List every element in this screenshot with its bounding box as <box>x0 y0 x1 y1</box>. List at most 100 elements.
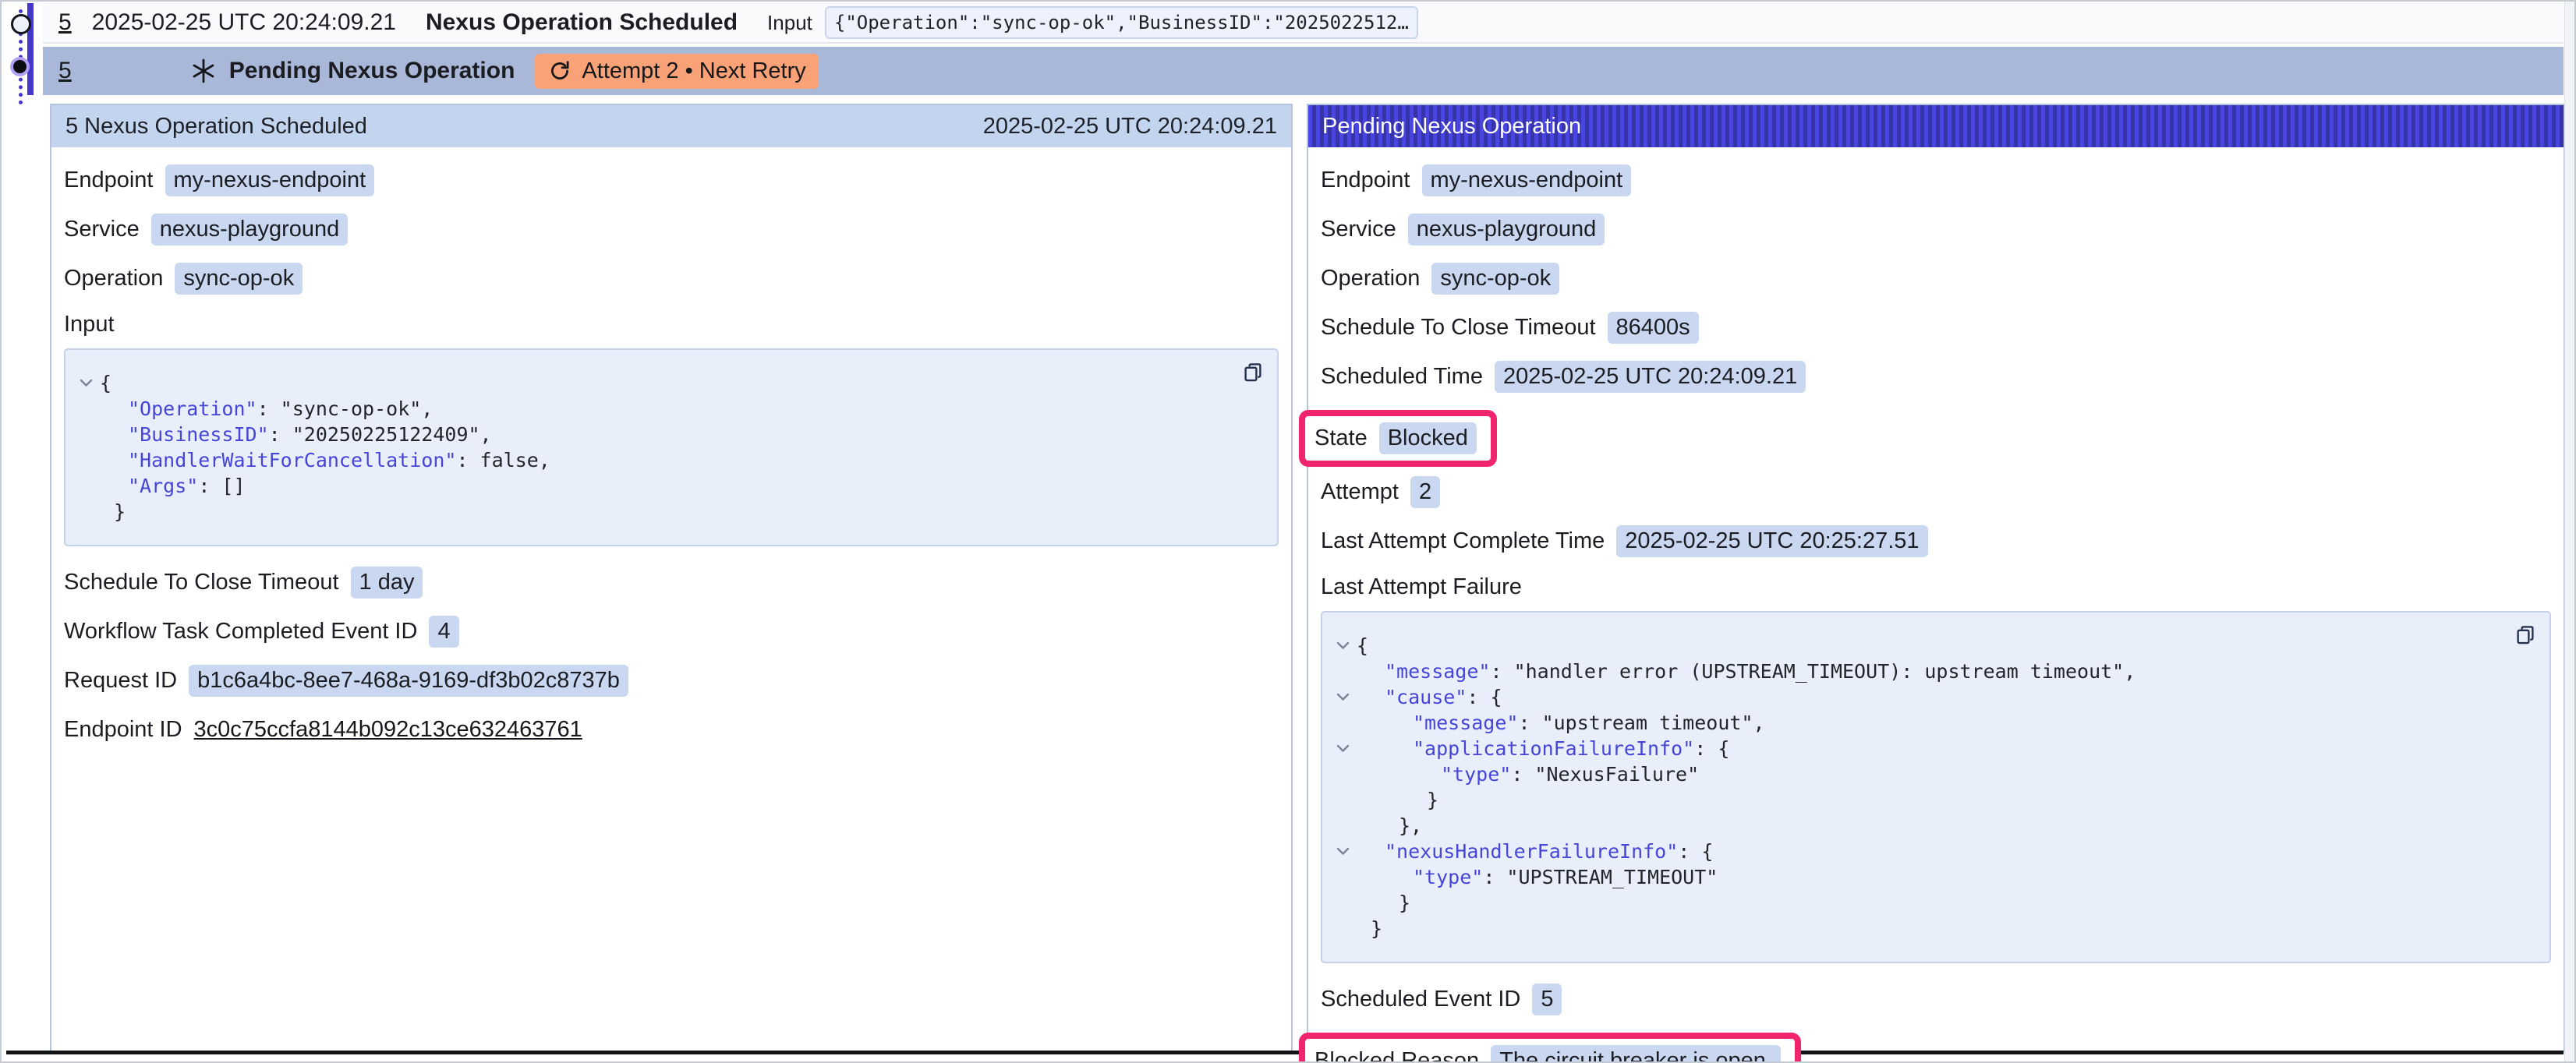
json-gutter <box>1329 916 1357 941</box>
field-value: The circuit breaker is open. <box>1491 1045 1781 1063</box>
chevron-down-icon[interactable] <box>1329 736 1357 761</box>
json-code: "message": "upstream timeout", <box>1357 710 1765 736</box>
field-label: Endpoint ID <box>64 717 182 743</box>
event-detail-header: 5 Nexus Operation Scheduled 2025-02-25 U… <box>51 105 1291 147</box>
json-gutter <box>1329 813 1357 839</box>
json-line: "cause": { <box>1329 684 2534 710</box>
field-value: 86400s <box>1608 312 1699 344</box>
json-line: "message": "handler error (UPSTREAM_TIME… <box>1329 659 2534 684</box>
field-value: b1c6a4bc-8ee7-468a-9169-df3b02c8737b <box>189 665 628 697</box>
field-value: sync-op-ok <box>1431 263 1559 295</box>
json-code: }, <box>1357 813 1422 839</box>
pending-operation-header: Pending Nexus Operation <box>1308 105 2564 147</box>
json-text: : "handler error (UPSTREAM_TIMEOUT): ups… <box>1490 660 2135 683</box>
field-row: Servicenexus-playground <box>1321 214 2551 245</box>
event-marker-filled-icon[interactable] <box>13 60 27 73</box>
field-row: Servicenexus-playground <box>64 214 1279 245</box>
json-code: } <box>1357 787 1438 813</box>
json-code: "HandlerWaitForCancellation": false, <box>100 447 550 473</box>
json-gutter <box>72 447 100 473</box>
json-text: : "UPSTREAM_TIMEOUT" <box>1483 866 1718 888</box>
json-key: "Args" <box>128 475 198 497</box>
json-text: : "sync-op-ok", <box>257 397 433 420</box>
field-label: Service <box>64 217 140 242</box>
retry-status-badge: Attempt 2 • Next Retry <box>535 54 818 89</box>
json-gutter <box>1329 659 1357 684</box>
failure-json-block: {"message": "handler error (UPSTREAM_TIM… <box>1321 611 2551 963</box>
json-line: } <box>1329 916 2534 941</box>
json-key: "type" <box>1413 866 1483 888</box>
event-name: Nexus Operation Scheduled <box>426 9 738 36</box>
field-label: Service <box>1321 217 1396 242</box>
json-text: }, <box>1399 814 1422 837</box>
event-id-link[interactable]: 5 <box>58 9 72 36</box>
json-code: "type": "NexusFailure" <box>1357 761 1699 787</box>
json-code: "BusinessID": "20250225122409", <box>100 422 492 447</box>
json-gutter <box>1329 864 1357 890</box>
event-timestamp: 2025-02-25 UTC 20:24:09.21 <box>92 9 396 36</box>
field-value: 4 <box>429 616 458 648</box>
retry-icon <box>547 58 572 83</box>
json-line: { <box>1329 633 2534 659</box>
chevron-down-icon[interactable] <box>1329 839 1357 864</box>
json-line: "type": "NexusFailure" <box>1329 761 2534 787</box>
field-label: Attempt <box>1321 479 1399 505</box>
chevron-down-icon[interactable] <box>1329 633 1357 659</box>
json-code: "Args": [] <box>100 473 246 499</box>
json-code: { <box>100 370 111 396</box>
pending-operation-panel-title: Pending Nexus Operation <box>1322 114 1581 139</box>
json-text: : { <box>1694 737 1729 760</box>
json-code: "nexusHandlerFailureInfo": { <box>1357 839 1713 864</box>
copy-icon[interactable] <box>2514 623 2537 647</box>
highlight-annotation-box: Blocked ReasonThe circuit breaker is ope… <box>1299 1033 1801 1063</box>
json-text: : false, <box>456 449 550 471</box>
field-value: 5 <box>1532 984 1562 1015</box>
json-text: : "20250225122409", <box>269 423 492 446</box>
json-line: "Args": [] <box>72 473 1261 499</box>
json-line: } <box>72 499 1261 524</box>
event-id-link[interactable]: 5 <box>58 58 72 84</box>
retry-badge-text: Attempt 2 • Next Retry <box>582 58 805 84</box>
field-row: Scheduled Time2025-02-25 UTC 20:24:09.21 <box>1321 361 2551 393</box>
field-value: 2 <box>1410 476 1440 508</box>
json-code: } <box>100 499 126 524</box>
pending-operation-row[interactable]: 5 Pending Nexus Operation Attempt 2 • Ne… <box>43 47 2564 95</box>
field-value: Blocked <box>1379 422 1477 454</box>
scrollbar-track[interactable] <box>2564 2 2574 1061</box>
field-row: Endpoint ID 3c0c75ccfa8144b092c13ce632463… <box>64 714 1279 745</box>
field-label: Endpoint <box>64 168 154 193</box>
json-gutter <box>72 499 100 524</box>
json-gutter <box>1329 761 1357 787</box>
field-row: Workflow Task Completed Event ID4 <box>64 616 1279 648</box>
json-key: "HandlerWaitForCancellation" <box>128 449 456 471</box>
json-code: "Operation": "sync-op-ok", <box>100 396 433 422</box>
workflow-history-screen: 5 2025-02-25 UTC 20:24:09.21 Nexus Opera… <box>0 0 2576 1063</box>
field-label: Last Attempt Complete Time <box>1321 528 1605 554</box>
field-label: Schedule To Close Timeout <box>1321 315 1596 341</box>
field-value: 2025-02-25 UTC 20:25:27.51 <box>1616 525 1927 557</box>
chevron-down-icon[interactable] <box>72 370 100 396</box>
json-gutter <box>72 473 100 499</box>
json-line: } <box>1329 890 2534 916</box>
field-row: Schedule To Close Timeout1 day <box>64 567 1279 599</box>
field-label: Scheduled Event ID <box>1321 987 1520 1012</box>
json-text: } <box>1399 892 1410 914</box>
event-marker-open-icon[interactable] <box>11 14 31 34</box>
chevron-down-icon[interactable] <box>1329 684 1357 710</box>
json-gutter <box>1329 710 1357 736</box>
json-text: : { <box>1467 686 1502 708</box>
json-key: "Operation" <box>128 397 257 420</box>
copy-icon[interactable] <box>1241 361 1265 384</box>
json-key: "BusinessID" <box>128 423 269 446</box>
event-row-nexus-operation-scheduled[interactable]: 5 2025-02-25 UTC 20:24:09.21 Nexus Opera… <box>43 3 2564 44</box>
event-input-label: Input <box>767 11 812 35</box>
field-value[interactable]: 3c0c75ccfa8144b092c13ce632463761 <box>194 717 582 743</box>
event-detail-title: 5 Nexus Operation Scheduled <box>65 114 367 139</box>
json-key: "type" <box>1441 763 1511 786</box>
json-line: "Operation": "sync-op-ok", <box>72 396 1261 422</box>
json-line: }, <box>1329 813 2534 839</box>
highlight-annotation-box: StateBlocked <box>1299 410 1497 467</box>
last-attempt-failure-label: Last Attempt Failure <box>1321 574 2551 600</box>
field-value: sync-op-ok <box>175 263 303 295</box>
field-value: 1 day <box>351 567 423 599</box>
